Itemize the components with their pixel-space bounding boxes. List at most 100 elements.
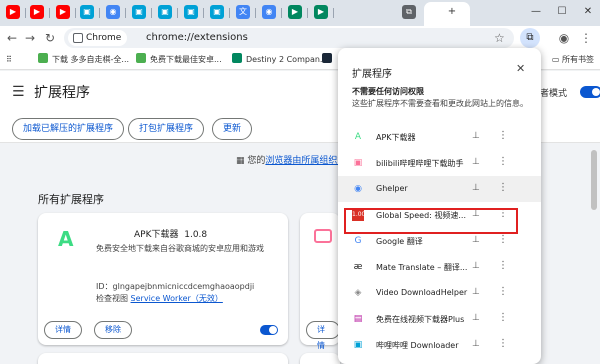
play-store-icon[interactable]: ▶: [314, 5, 328, 19]
extension-card: [300, 353, 340, 364]
inspect-views: 检查视图 Service Worker（无效）: [96, 293, 223, 304]
youtube-icon[interactable]: ▶: [56, 5, 70, 19]
dev-mode-label: 者模式: [540, 89, 568, 99]
pin-icon[interactable]: ⊥: [472, 287, 480, 297]
building-icon: ▦: [236, 156, 248, 166]
tab-separator: [25, 8, 26, 18]
highlight-box: [344, 208, 518, 234]
section-title: 所有扩展程序: [38, 193, 104, 206]
no-access-description: 这些扩展程序不需要查看和更改此网站上的信息。: [352, 99, 528, 108]
remove-button[interactable]: 移除: [94, 321, 132, 339]
popup-close-icon[interactable]: ✕: [516, 62, 525, 75]
video-helper-icon: ◈: [354, 288, 362, 298]
tab-separator: [125, 8, 126, 18]
new-tab-button[interactable]: +: [444, 4, 460, 20]
bookmark-item[interactable]: Destiny 2 Compan...: [232, 53, 328, 67]
all-bookmarks[interactable]: ▭ 所有书签: [552, 53, 594, 67]
update-button[interactable]: 更新: [212, 118, 253, 140]
details-button[interactable]: 详情: [44, 321, 82, 339]
film-icon: ▤: [353, 314, 363, 324]
site-chip-label: Chrome: [86, 33, 122, 43]
extension-toggle[interactable]: [260, 325, 278, 335]
pin-icon[interactable]: ⊥: [472, 235, 480, 245]
close-window-button[interactable]: ✕: [580, 4, 596, 20]
bookmark-star-icon[interactable]: ☆: [494, 28, 505, 48]
tab-separator: [307, 8, 308, 18]
more-options-icon[interactable]: ⋮: [498, 286, 508, 297]
extension-name: APK下载器 1.0.8: [134, 227, 207, 240]
bilibili-icon[interactable]: ▣: [158, 5, 172, 19]
android-a-icon: A: [354, 132, 362, 142]
bilibili-icon: [314, 229, 332, 243]
extension-icon[interactable]: ⧉: [402, 5, 416, 19]
tab-separator: [99, 8, 100, 18]
no-access-title: 不需要任何访问权限: [352, 87, 424, 96]
bilibili-icon[interactable]: ▣: [210, 5, 224, 19]
tab-strip: ▶ ▶ ▶ ▣ ◉ ▣ ▣ ▣ ▣ 文 ◉ ▶ ▶ ⧉ + — ☐ ✕: [0, 0, 600, 26]
profile-icon[interactable]: ◉: [556, 30, 572, 46]
hamburger-menu-icon[interactable]: ☰: [12, 85, 25, 99]
more-options-icon[interactable]: ⋮: [498, 182, 508, 193]
more-options-icon[interactable]: ⋮: [498, 234, 508, 245]
page-title: 扩展程序: [34, 85, 90, 101]
pin-icon[interactable]: ⊥: [472, 261, 480, 271]
translate-icon[interactable]: 文: [236, 5, 250, 19]
more-options-icon[interactable]: ⋮: [498, 338, 508, 349]
menu-dots-icon[interactable]: ⋮: [578, 30, 594, 46]
youtube-icon[interactable]: ▶: [6, 5, 20, 19]
popup-extension-row[interactable]: A APK下载器 ⊥ ⋮: [338, 124, 541, 150]
more-options-icon[interactable]: ⋮: [498, 156, 508, 167]
pack-extension-button[interactable]: 打包扩展程序: [128, 118, 205, 140]
popup-extension-row[interactable]: ◉ Ghelper ⊥ ⋮: [338, 176, 541, 202]
toolbar: ← → ↻ Chrome chrome://extensions ☆ ⧉ ◉ ⋮: [0, 26, 600, 50]
popup-extension-row[interactable]: ▣ bilibili哔哩哔哩下载助手 ⊥ ⋮: [338, 150, 541, 176]
pin-icon[interactable]: ⊥: [472, 157, 480, 167]
details-button[interactable]: 详情: [306, 321, 340, 350]
inspect-prefix: 检查视图: [96, 294, 128, 303]
more-options-icon[interactable]: ⋮: [498, 260, 508, 271]
chrome-icon: ◉: [354, 184, 362, 194]
tab-separator: [333, 8, 334, 18]
dev-mode-toggle[interactable]: [580, 86, 600, 98]
bilibili-icon[interactable]: ▣: [184, 5, 198, 19]
apps-grid-icon[interactable]: ⠿: [6, 53, 12, 67]
popup-extension-row[interactable]: ▤ 免费在线视频下载器Plus ⊥ ⋮: [338, 306, 541, 332]
pin-icon[interactable]: ⊥: [472, 131, 480, 141]
pin-icon[interactable]: ⊥: [472, 313, 480, 323]
youtube-icon[interactable]: ▶: [30, 5, 44, 19]
bookmark-label: 免费下载最佳安卓...: [150, 55, 222, 64]
bilibili-icon[interactable]: ▣: [132, 5, 146, 19]
more-options-icon[interactable]: ⋮: [498, 312, 508, 323]
site-chip[interactable]: Chrome: [68, 30, 128, 46]
bookmark-item[interactable]: 免费下载最佳安卓...: [136, 53, 222, 67]
pin-icon[interactable]: ⊥: [472, 339, 480, 349]
popup-extension-row[interactable]: ▣ 哔哩哔哩 Downloader ⊥ ⋮: [338, 332, 541, 358]
bilibili-icon[interactable]: ▣: [80, 5, 94, 19]
popup-extension-row[interactable]: æ Mate Translate – 翻译... ⊥ ⋮: [338, 254, 541, 280]
pin-icon[interactable]: ⊥: [472, 183, 480, 193]
back-icon[interactable]: ←: [4, 30, 20, 46]
reload-icon[interactable]: ↻: [42, 30, 58, 46]
page-scrollbar[interactable]: [591, 150, 597, 210]
service-worker-link[interactable]: Service Worker（无效）: [131, 294, 223, 303]
load-unpacked-button[interactable]: 加载已解压的扩展程序: [12, 118, 125, 140]
chrome-icon[interactable]: ◉: [106, 5, 120, 19]
tab-separator: [151, 8, 152, 18]
bilibili-icon: ▣: [353, 158, 363, 168]
chrome-icon[interactable]: ◉: [262, 5, 276, 19]
more-options-icon[interactable]: ⋮: [498, 130, 508, 141]
address-bar[interactable]: Chrome chrome://extensions ☆: [64, 28, 514, 48]
bookmark-item[interactable]: [322, 53, 336, 67]
minimize-button[interactable]: —: [528, 4, 544, 20]
maximize-button[interactable]: ☐: [554, 4, 570, 20]
popup-title: 扩展程序: [352, 69, 392, 80]
extensions-puzzle-icon[interactable]: ⧉: [520, 28, 540, 48]
bookmark-item[interactable]: 下载 多多自走棋-全...: [38, 53, 129, 67]
play-store-icon[interactable]: ▶: [288, 5, 302, 19]
forward-icon[interactable]: →: [22, 30, 38, 46]
url-text[interactable]: chrome://extensions: [146, 28, 248, 48]
popup-extension-row[interactable]: ◈ Video DownloadHelper ⊥ ⋮: [338, 280, 541, 306]
extension-name-text: APK下载器: [134, 230, 179, 240]
folder-icon: ▭: [551, 55, 562, 64]
managed-link[interactable]: 浏览器由所属组织管: [265, 156, 346, 166]
